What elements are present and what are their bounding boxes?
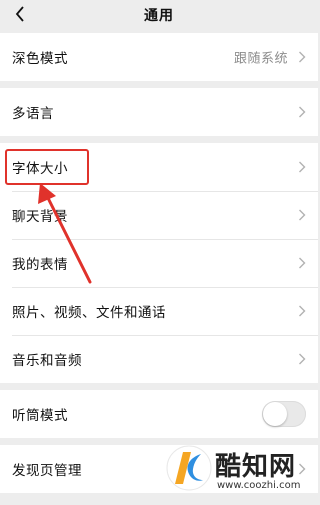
watermark-url: www.coozhi.com [217, 480, 301, 491]
group-earpiece: 听筒模式 [0, 390, 318, 438]
row-my-stickers[interactable]: 我的表情 [0, 239, 318, 287]
chevron-right-icon [299, 257, 306, 269]
row-dark-mode[interactable]: 深色模式 跟随系统 [0, 33, 318, 81]
nav-bar: 通用 [0, 0, 318, 28]
row-discover-manage-label: 发现页管理 [12, 463, 82, 479]
chevron-right-icon [299, 106, 306, 118]
coozhi-logo-icon [166, 445, 212, 491]
watermark: 酷知网 www.coozhi.com [165, 440, 315, 500]
row-music-audio[interactable]: 音乐和音频 [0, 335, 318, 383]
watermark-name: 酷知网 [215, 452, 297, 482]
row-music-audio-label: 音乐和音频 [12, 353, 82, 369]
chevron-right-icon [299, 305, 306, 317]
row-dark-mode-label: 深色模式 [12, 51, 68, 67]
chevron-right-icon [299, 353, 306, 365]
group-dark-mode: 深色模式 跟随系统 [0, 33, 318, 81]
annotation-highlight-box [5, 149, 89, 185]
row-chat-background[interactable]: 聊天背景 [0, 191, 318, 239]
row-earpiece-mode-label: 听筒模式 [12, 408, 68, 424]
chevron-right-icon [299, 161, 306, 173]
toggle-knob [263, 402, 287, 426]
row-media-files-label: 照片、视频、文件和通话 [12, 305, 166, 321]
chevron-right-icon [299, 209, 306, 221]
row-dark-mode-value: 跟随系统 [233, 51, 288, 67]
row-my-stickers-label: 我的表情 [12, 257, 68, 273]
row-language[interactable]: 多语言 [0, 88, 318, 136]
group-language: 多语言 [0, 88, 318, 136]
earpiece-mode-toggle[interactable] [262, 401, 306, 427]
row-earpiece-mode: 听筒模式 [0, 390, 318, 438]
page-title: 通用 [144, 8, 174, 24]
row-chat-background-label: 聊天背景 [12, 209, 68, 225]
chevron-right-icon [299, 51, 306, 63]
row-language-label: 多语言 [12, 106, 54, 122]
row-media-files[interactable]: 照片、视频、文件和通话 [0, 287, 318, 335]
